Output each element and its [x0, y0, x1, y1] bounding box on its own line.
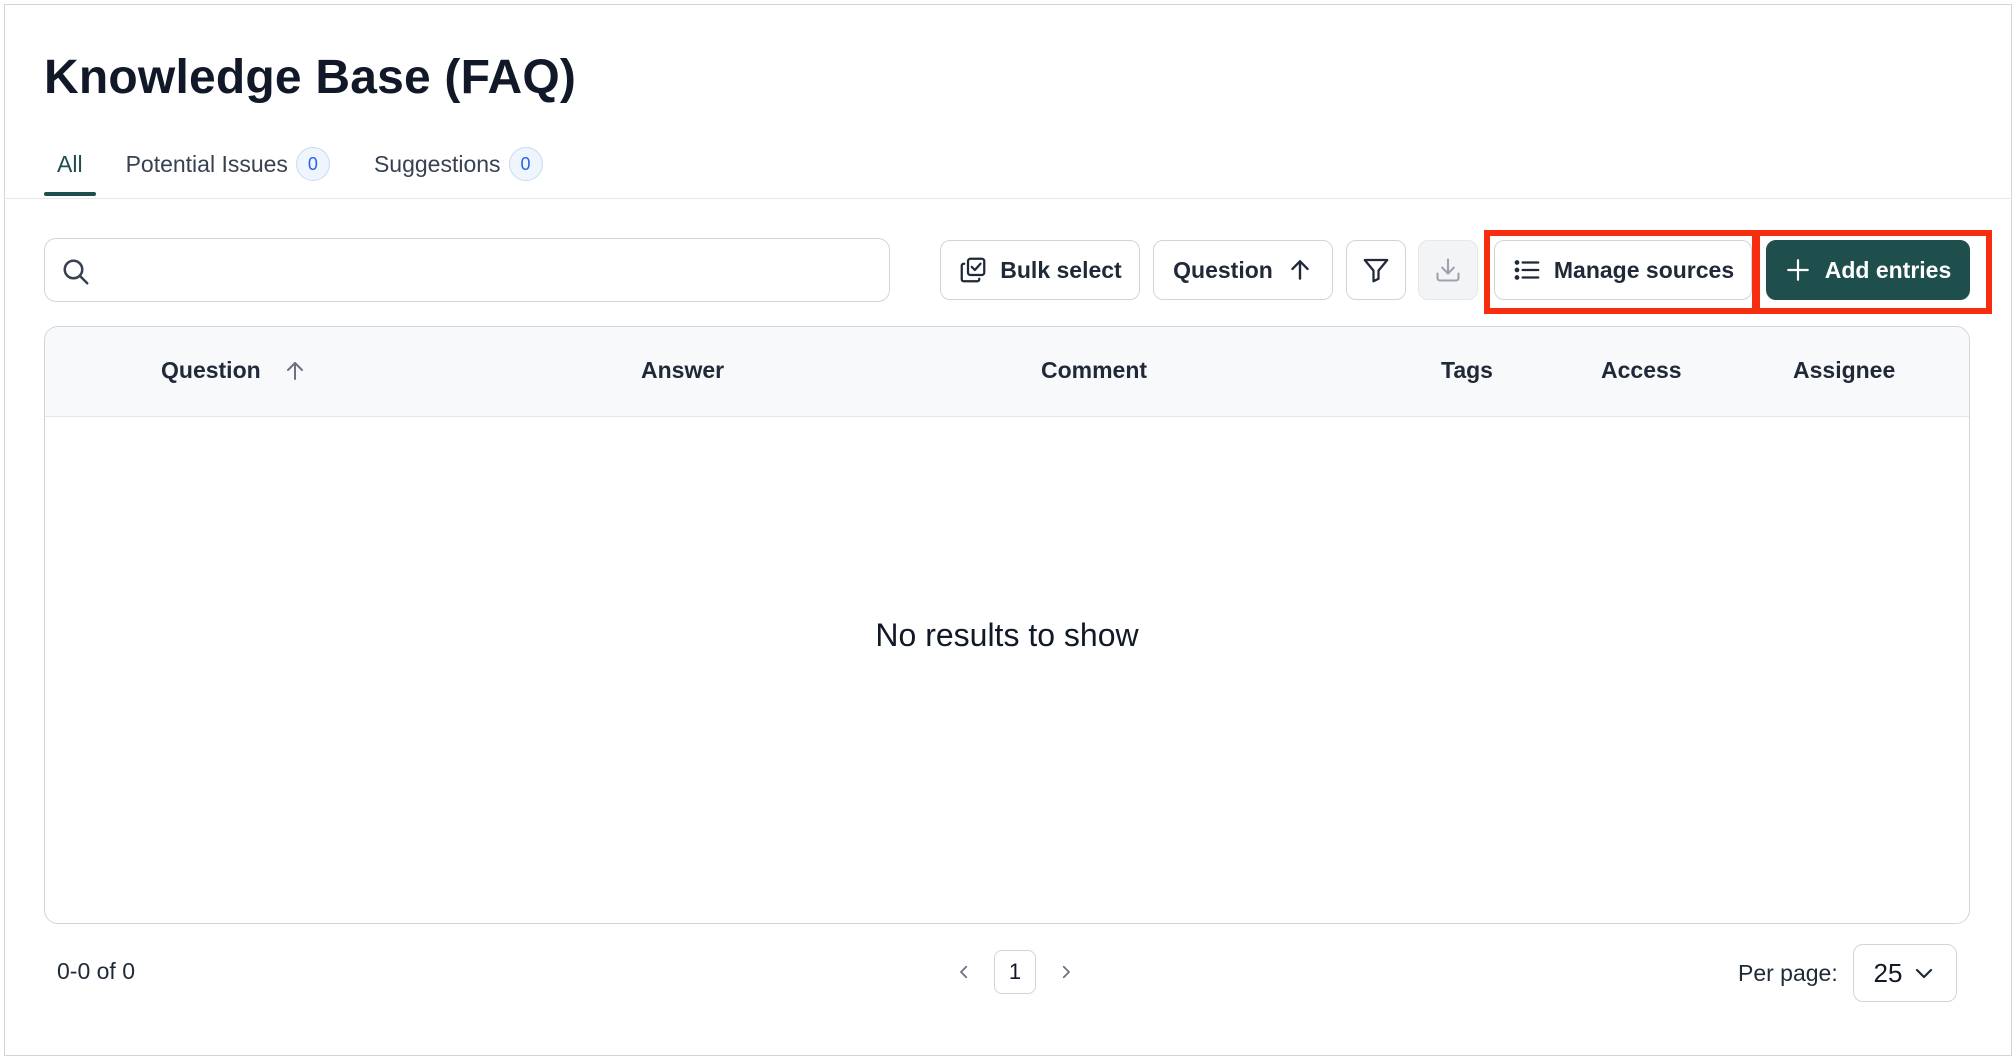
chevron-right-icon — [1062, 965, 1070, 979]
column-comment-label: Comment — [1041, 357, 1148, 383]
column-assignee-label: Assignee — [1793, 357, 1896, 383]
chevron-left-icon — [960, 965, 968, 979]
sort-ascending-icon — [286, 361, 303, 380]
per-page-select[interactable]: 25 — [1853, 944, 1957, 1002]
tab-all[interactable]: All — [44, 146, 96, 196]
table-header: Question Answer Comment Tags Access Assi… — [45, 327, 1969, 417]
manage-sources-label: Manage sources — [1553, 256, 1735, 283]
bulk-select-button[interactable]: Bulk select — [940, 240, 1140, 300]
per-page-label: Per page: — [1738, 960, 1838, 986]
filter-icon — [1363, 258, 1389, 283]
search-box — [44, 238, 890, 302]
tab-potential-issues[interactable]: Potential Issues 0 — [126, 146, 330, 182]
manage-sources-button[interactable]: Manage sources — [1494, 240, 1752, 300]
column-header-comment[interactable]: Comment — [1041, 357, 1147, 384]
sort-button[interactable]: Question — [1153, 240, 1333, 300]
results-count: 0-0 of 0 — [57, 958, 135, 984]
download-button[interactable] — [1418, 240, 1478, 300]
bulk-select-icon — [960, 257, 986, 283]
column-header-access[interactable]: Access — [1601, 357, 1682, 384]
download-icon — [1436, 258, 1460, 282]
arrow-up-icon — [1291, 260, 1309, 280]
bulk-select-label: Bulk select — [1000, 256, 1122, 283]
current-page-button[interactable]: 1 — [994, 950, 1036, 994]
column-question-label: Question — [161, 357, 261, 383]
column-header-question[interactable]: Question — [161, 357, 307, 384]
column-answer-label: Answer — [641, 357, 725, 383]
next-page-button[interactable] — [1052, 958, 1080, 986]
tabs-divider — [4, 198, 2012, 199]
sort-label: Question — [1173, 256, 1273, 283]
column-tags-label: Tags — [1441, 357, 1493, 383]
chevron-down-icon — [1916, 968, 1933, 979]
tab-all-label: All — [57, 150, 83, 177]
search-input[interactable] — [105, 249, 865, 293]
empty-state-message: No results to show — [875, 617, 1139, 653]
tab-suggestions-label: Suggestions — [373, 150, 501, 177]
tab-suggestions[interactable]: Suggestions 0 — [374, 146, 543, 182]
search-icon — [63, 259, 89, 285]
add-entries-button[interactable]: Add entries — [1766, 240, 1970, 300]
faq-table: Question Answer Comment Tags Access Assi… — [44, 326, 1970, 924]
column-header-assignee[interactable]: Assignee — [1793, 357, 1895, 384]
column-header-tags[interactable]: Tags — [1441, 357, 1493, 384]
add-entries-label: Add entries — [1824, 256, 1952, 283]
column-header-answer[interactable]: Answer — [641, 357, 724, 384]
tab-potential-issues-label: Potential Issues — [125, 150, 288, 177]
suggestions-count-badge: 0 — [508, 147, 543, 181]
tab-bar: All Potential Issues 0 Suggestions 0 — [44, 146, 587, 198]
per-page-value: 25 — [1873, 957, 1903, 988]
previous-page-button[interactable] — [950, 958, 978, 986]
page-title: Knowledge Base (FAQ) — [44, 51, 577, 104]
filter-button[interactable] — [1346, 240, 1406, 300]
list-icon — [1514, 260, 1540, 280]
column-access-label: Access — [1601, 357, 1682, 383]
plus-icon — [1786, 259, 1809, 281]
potential-issues-count-badge: 0 — [295, 147, 330, 181]
pagination: 1 — [950, 950, 1080, 994]
